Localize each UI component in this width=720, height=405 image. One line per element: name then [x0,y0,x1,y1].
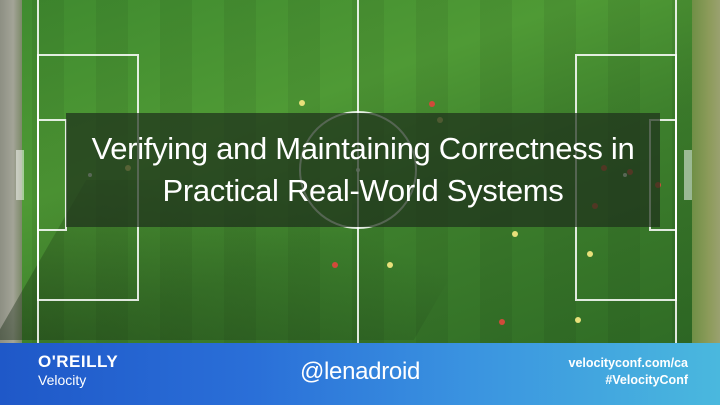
slide-title: Verifying and Maintaining Correctness in… [92,128,635,212]
footer-bar: O'REILLY Velocity @lenadroid velocitycon… [0,343,720,405]
conference-info: velocityconf.com/ca #VelocityConf [569,355,689,389]
conference-url: velocityconf.com/ca [568,356,689,370]
title-line-1: Verifying and Maintaining Correctness in [91,131,635,166]
title-line-2: Practical Real-World Systems [162,173,564,208]
conference-hashtag: #VelocityConf [605,373,688,387]
title-overlay: Verifying and Maintaining Correctness in… [66,113,660,227]
slide: Verifying and Maintaining Correctness in… [0,0,720,405]
